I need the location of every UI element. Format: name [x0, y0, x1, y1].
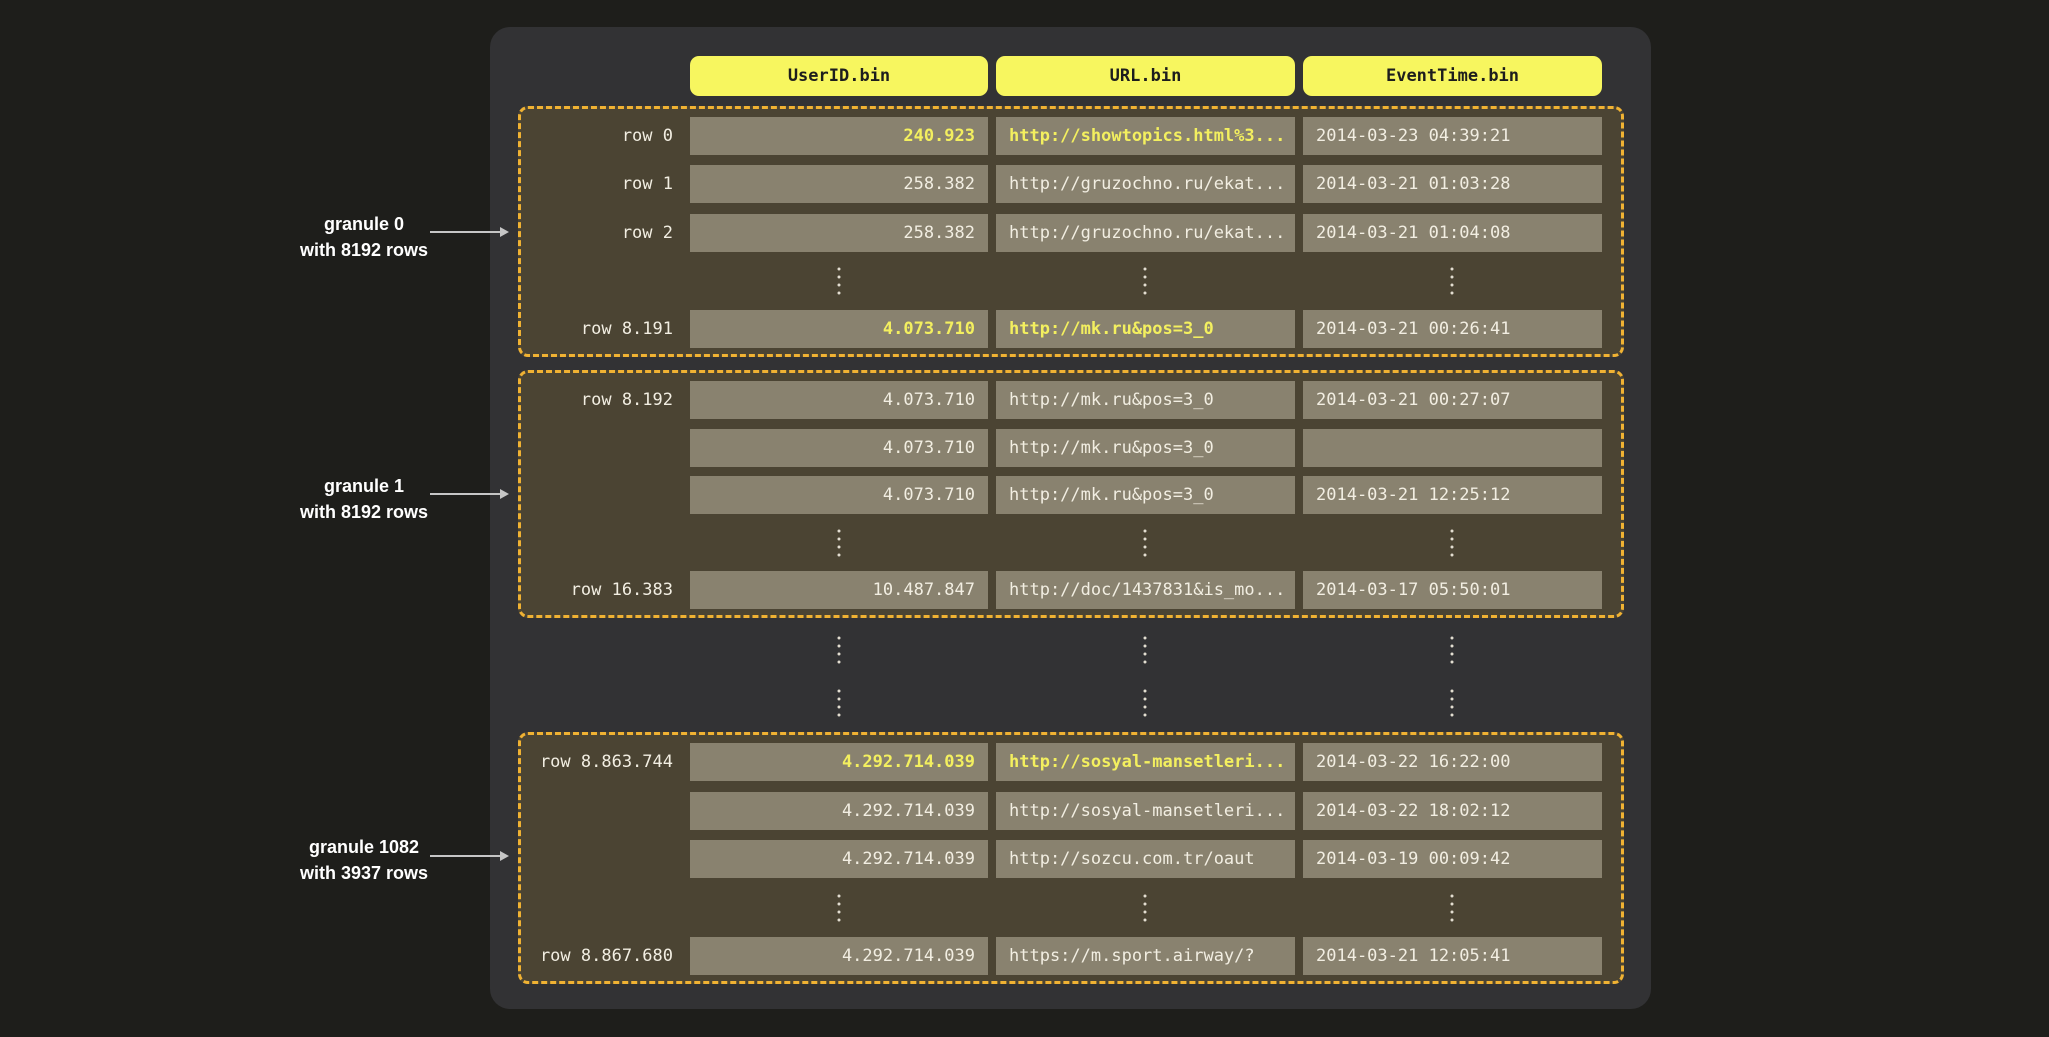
- vertical-ellipsis-icon: [1451, 894, 1454, 921]
- granules-diagram: UserID.bin URL.bin EventTime.bin row 0 2…: [0, 0, 2049, 1037]
- cell-url: http://mk.ru&pos=3_0: [996, 310, 1295, 348]
- row-label: row 1: [521, 165, 673, 203]
- row-label: row 2: [521, 214, 673, 252]
- cell-url: http://sozcu.com.tr/oaut: [996, 840, 1295, 878]
- ellipsis-row: [521, 524, 1621, 562]
- cell-userid: 4.292.714.039: [690, 840, 988, 878]
- cell-url: http://sosyal-mansetleri...: [996, 792, 1295, 830]
- table-row: row 8.191 4.073.710 http://mk.ru&pos=3_0…: [521, 310, 1621, 348]
- cell-userid: 4.292.714.039: [690, 937, 988, 975]
- table-row: row 8.867.680 4.292.714.039 https://m.sp…: [521, 937, 1621, 975]
- cell-eventtime: 2014-03-21 01:04:08: [1303, 214, 1602, 252]
- cell-userid: 4.073.710: [690, 310, 988, 348]
- vertical-ellipsis-icon: [1144, 894, 1147, 921]
- granule-1-label: granule 1 with 8192 rows: [239, 473, 489, 525]
- cell-url: http://showtopics.html%3...: [996, 117, 1295, 155]
- cell-eventtime: 2014-03-23 04:39:21: [1303, 117, 1602, 155]
- cell-userid: 258.382: [690, 214, 988, 252]
- granule-0-box: row 0 240.923 http://showtopics.html%3..…: [518, 106, 1624, 357]
- cell-userid: 4.292.714.039: [690, 743, 988, 781]
- table-row: row 8.863.744 4.292.714.039 http://sosya…: [521, 743, 1621, 781]
- cell-eventtime: 2014-03-21 01:03:28: [1303, 165, 1602, 203]
- cell-url: http://gruzochno.ru/ekat...: [996, 165, 1295, 203]
- cell-url: http://mk.ru&pos=3_0: [996, 476, 1295, 514]
- row-label: row 16.383: [521, 571, 673, 609]
- cell-userid: 258.382: [690, 165, 988, 203]
- vertical-ellipsis-icon: [1451, 637, 1454, 664]
- cell-eventtime-empty: [1303, 429, 1602, 467]
- table-row: row 2 258.382 http://gruzochno.ru/ekat..…: [521, 214, 1621, 252]
- column-header-url-bin: URL.bin: [996, 56, 1295, 96]
- granule-1-arrow-icon: [430, 489, 509, 499]
- row-label: row 8.191: [521, 310, 673, 348]
- table-row: 4.073.710 http://mk.ru&pos=3_0 2014-03-2…: [521, 476, 1621, 514]
- vertical-ellipsis-icon: [1144, 690, 1147, 717]
- cell-userid: 4.073.710: [690, 429, 988, 467]
- cell-eventtime: 2014-03-21 12:05:41: [1303, 937, 1602, 975]
- granule-0-label: granule 0 with 8192 rows: [239, 211, 489, 263]
- granule-0-label-line2: with 8192 rows: [239, 237, 489, 263]
- table-row: 4.292.714.039 http://sosyal-mansetleri..…: [521, 792, 1621, 830]
- cell-url: https://m.sport.airway/?: [996, 937, 1295, 975]
- vertical-ellipsis-icon: [1451, 690, 1454, 717]
- cell-eventtime: 2014-03-17 05:50:01: [1303, 571, 1602, 609]
- vertical-ellipsis-icon: [1144, 529, 1147, 556]
- cell-eventtime: 2014-03-21 00:26:41: [1303, 310, 1602, 348]
- vertical-ellipsis-icon: [838, 690, 841, 717]
- cell-url: http://doc/1437831&is_mo...: [996, 571, 1295, 609]
- granule-1082-label-line2: with 3937 rows: [239, 860, 489, 886]
- table-row: 4.292.714.039 http://sozcu.com.tr/oaut 2…: [521, 840, 1621, 878]
- row-label: row 0: [521, 117, 673, 155]
- vertical-ellipsis-icon: [1451, 267, 1454, 294]
- column-files-card: UserID.bin URL.bin EventTime.bin row 0 2…: [490, 27, 1651, 1009]
- column-header-userid-bin: UserID.bin: [690, 56, 988, 96]
- granule-1-label-line2: with 8192 rows: [239, 499, 489, 525]
- cell-userid: 10.487.847: [690, 571, 988, 609]
- cell-userid: 4.073.710: [690, 476, 988, 514]
- ellipsis-row: [521, 262, 1621, 300]
- cell-userid: 240.923: [690, 117, 988, 155]
- cell-userid: 4.292.714.039: [690, 792, 988, 830]
- row-label: row 8.867.680: [521, 937, 673, 975]
- granule-1-box: row 8.192 4.073.710 http://mk.ru&pos=3_0…: [518, 370, 1624, 618]
- granule-1082-box: row 8.863.744 4.292.714.039 http://sosya…: [518, 732, 1624, 984]
- table-row: row 1 258.382 http://gruzochno.ru/ekat..…: [521, 165, 1621, 203]
- row-label: row 8.863.744: [521, 743, 673, 781]
- row-label: row 8.192: [521, 381, 673, 419]
- cell-eventtime: 2014-03-21 00:27:07: [1303, 381, 1602, 419]
- table-row: row 8.192 4.073.710 http://mk.ru&pos=3_0…: [521, 381, 1621, 419]
- vertical-ellipsis-icon: [1451, 529, 1454, 556]
- granule-1082-arrow-icon: [430, 851, 509, 861]
- granule-0-arrow-icon: [430, 227, 509, 237]
- cell-eventtime: 2014-03-22 18:02:12: [1303, 792, 1602, 830]
- cell-userid: 4.073.710: [690, 381, 988, 419]
- table-row: row 16.383 10.487.847 http://doc/1437831…: [521, 571, 1621, 609]
- ellipsis-row: [521, 889, 1621, 927]
- cell-eventtime: 2014-03-22 16:22:00: [1303, 743, 1602, 781]
- table-row: 4.073.710 http://mk.ru&pos=3_0: [521, 429, 1621, 467]
- vertical-ellipsis-icon: [838, 637, 841, 664]
- vertical-ellipsis-icon: [838, 529, 841, 556]
- cell-url: http://gruzochno.ru/ekat...: [996, 214, 1295, 252]
- cell-eventtime: 2014-03-19 00:09:42: [1303, 840, 1602, 878]
- vertical-ellipsis-icon: [838, 267, 841, 294]
- vertical-ellipsis-icon: [1144, 637, 1147, 664]
- vertical-ellipsis-icon: [838, 894, 841, 921]
- cell-eventtime: 2014-03-21 12:25:12: [1303, 476, 1602, 514]
- table-row: row 0 240.923 http://showtopics.html%3..…: [521, 117, 1621, 155]
- cell-url: http://sosyal-mansetleri...: [996, 743, 1295, 781]
- cell-url: http://mk.ru&pos=3_0: [996, 429, 1295, 467]
- vertical-ellipsis-icon: [1144, 267, 1147, 294]
- column-header-eventtime-bin: EventTime.bin: [1303, 56, 1602, 96]
- cell-url: http://mk.ru&pos=3_0: [996, 381, 1295, 419]
